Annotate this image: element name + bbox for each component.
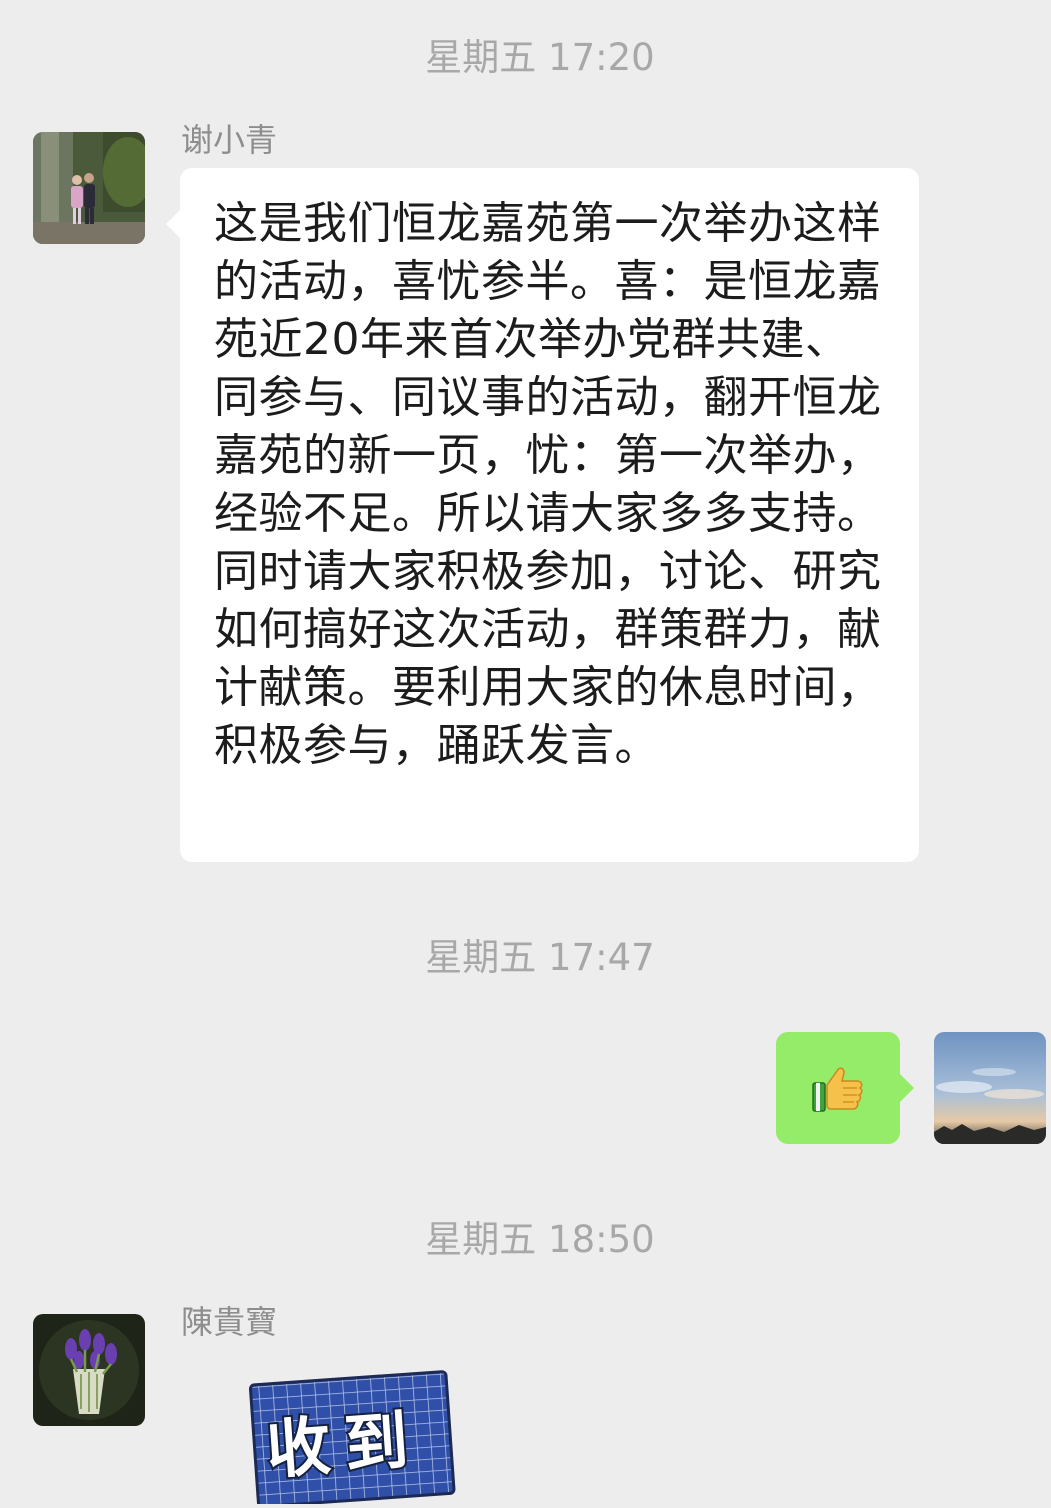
sender-name: 谢小青 [181,121,278,159]
timestamp: 星期五 18:50 [425,1218,655,1261]
outgoing-message-bubble[interactable] [776,1032,914,1144]
thumbs-up-icon [812,1067,863,1112]
sender-name: 陳貴寶 [181,1303,278,1341]
flower-photo-icon [33,1314,145,1426]
message-text: 这是我们恒龙嘉苑第一次举办这样的活动，喜忧参半。喜：是恒龙嘉苑近20年来首次举办… [214,198,882,771]
timestamp: 星期五 17:47 [425,936,655,979]
avatar[interactable] [33,132,145,244]
sky-photo-icon [934,1032,1046,1144]
sticker-text: 收到 [262,1402,427,1491]
avatar[interactable] [33,1314,145,1426]
self-avatar[interactable] [934,1032,1046,1144]
sticker-message[interactable]: 收到 [248,1368,460,1508]
avatar-photo-icon [33,132,145,244]
timestamp: 星期五 17:20 [425,36,655,79]
message-bubble[interactable]: 这是我们恒龙嘉苑第一次举办这样的活动，喜忧参半。喜：是恒龙嘉苑近20年来首次举办… [166,168,919,862]
